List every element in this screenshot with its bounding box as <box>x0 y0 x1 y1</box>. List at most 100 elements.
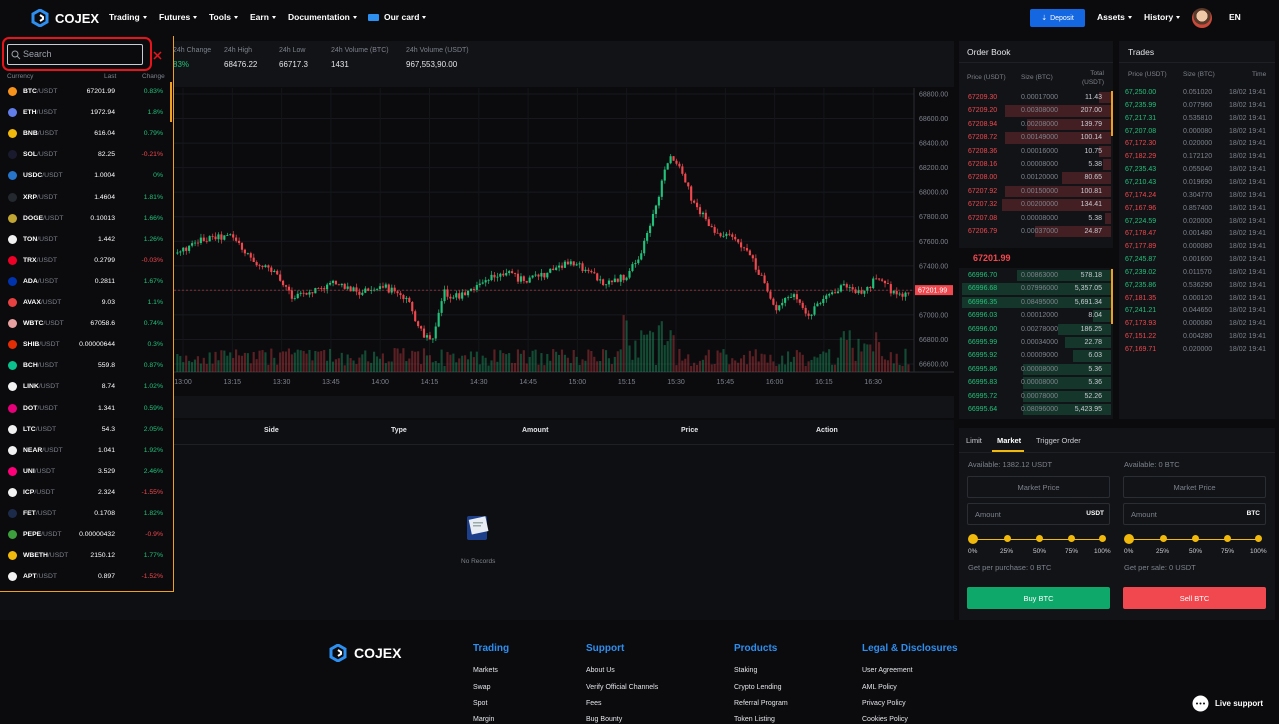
footer-link[interactable]: Crypto Lending <box>734 684 781 691</box>
close-icon[interactable] <box>153 51 162 60</box>
orderbook-row[interactable]: 67208.00 0.00120000 80.65 <box>959 171 1111 184</box>
footer-link[interactable]: Token Listing <box>734 716 775 723</box>
sell-slider-stop-25[interactable] <box>1160 535 1167 542</box>
buy-slider-stop-100[interactable] <box>1099 535 1106 542</box>
coin-row-apt[interactable]: APT/USDT 0.897 -1.52% <box>0 566 172 587</box>
sell-slider-stop-75[interactable] <box>1224 535 1231 542</box>
nav-futures[interactable]: Futures <box>159 12 198 22</box>
coin-row-btc[interactable]: BTC/USDT 67201.99 0.83% <box>0 81 172 102</box>
orderbook-row[interactable]: 67208.94 0.00208000 139.79 <box>959 118 1111 131</box>
coin-row-fet[interactable]: FET/USDT 0.1708 1.82% <box>0 503 172 524</box>
coin-row-usdc[interactable]: USDC/USDT 1.0004 0% <box>0 165 172 186</box>
footer-link[interactable]: Staking <box>734 667 757 674</box>
footer-link[interactable]: User Agreement <box>862 667 913 674</box>
orderbook-row[interactable]: 66995.72 0.00078000 52.26 <box>959 390 1111 403</box>
coin-symbol: APT/USDT <box>23 566 57 587</box>
coin-row-pepe[interactable]: PEPE/USDT 0.00000432 -0.9% <box>0 524 172 545</box>
footer-link[interactable]: Margin <box>473 716 494 723</box>
orderbook-row[interactable]: 67208.36 0.00016000 10.75 <box>959 145 1111 158</box>
sell-slider-stop-100[interactable] <box>1255 535 1262 542</box>
footer-link[interactable]: Markets <box>473 667 498 674</box>
coin-row-uni[interactable]: UNI/USDT 3.529 2.46% <box>0 461 172 482</box>
coin-row-ltc[interactable]: LTC/USDT 54.3 2.05% <box>0 419 172 440</box>
tab-limit[interactable]: Limit <box>966 436 982 445</box>
orderbook-row[interactable]: 66996.03 0.00012000 8.04 <box>959 309 1111 322</box>
orderbook-row[interactable]: 67208.16 0.00008000 5.38 <box>959 158 1111 171</box>
coin-row-eth[interactable]: ETH/USDT 1972.94 1.8% <box>0 102 172 123</box>
buy-slider-stop-25[interactable] <box>1004 535 1011 542</box>
coin-row-dot[interactable]: DOT/USDT 1.341 0.59% <box>0 398 172 419</box>
coin-row-near[interactable]: NEAR/USDT 1.041 1.92% <box>0 440 172 461</box>
buy-slider-handle[interactable] <box>968 534 978 544</box>
orderbook-scrollbar[interactable] <box>1111 91 1113 136</box>
brand-logo[interactable]: COJEX <box>31 9 99 27</box>
orderbook-row[interactable]: 67209.30 0.00017000 11.43 <box>959 91 1111 104</box>
candle-body <box>220 234 223 240</box>
nav-assets[interactable]: Assets <box>1097 12 1132 22</box>
coin-row-trx[interactable]: TRX/USDT 0.2799 -0.03% <box>0 250 172 271</box>
footer-link[interactable]: Referral Program <box>734 700 788 707</box>
nav-earn[interactable]: Earn <box>250 12 276 22</box>
orderbook-row[interactable]: 67207.92 0.00150000 100.81 <box>959 185 1111 198</box>
orderbook-row[interactable]: 66996.00 0.00278000 186.25 <box>959 323 1111 336</box>
deposit-button[interactable]: ⇣ Deposit <box>1030 9 1085 27</box>
orderbook-row[interactable]: 66996.35 0.08495000 5,691.34 <box>959 296 1111 309</box>
orderbook-row[interactable]: 67206.79 0.00037000 24.87 <box>959 225 1111 238</box>
coin-row-ada[interactable]: ADA/USDT 0.2811 1.67% <box>0 271 172 292</box>
orderbook-row[interactable]: 66996.70 0.00863000 578.18 <box>959 269 1111 282</box>
orderbook-row[interactable]: 66996.68 0.07996000 5,357.05 <box>959 282 1111 295</box>
live-support-button[interactable]: Live support <box>1192 695 1263 712</box>
orderbook-row[interactable]: 67209.20 0.00308000 207.00 <box>959 104 1111 117</box>
coin-row-sol[interactable]: SOL/USDT 82.25 -0.21% <box>0 144 172 165</box>
footer-link[interactable]: Swap <box>473 684 491 691</box>
orderbook-row[interactable]: 66995.92 0.00009000 6.03 <box>959 349 1111 362</box>
tab-trigger-order[interactable]: Trigger Order <box>1036 436 1081 445</box>
footer-logo[interactable]: COJEX <box>329 644 401 662</box>
nav-history[interactable]: History <box>1144 12 1181 22</box>
buy-amount-input[interactable]: Amount USDT <box>967 503 1110 525</box>
nav-trading[interactable]: Trading <box>109 12 147 22</box>
footer-link[interactable]: Bug Bounty <box>586 716 622 723</box>
coin-row-bch[interactable]: BCH/USDT 559.8 0.87% <box>0 355 172 376</box>
footer-link[interactable]: AML Policy <box>862 684 897 691</box>
orderbook-row[interactable]: 66995.83 0.00008000 5.36 <box>959 376 1111 389</box>
nav-tools[interactable]: Tools <box>209 12 239 22</box>
footer-link[interactable]: Fees <box>586 700 602 707</box>
sell-slider-stop-50[interactable] <box>1192 535 1199 542</box>
coin-row-avax[interactable]: AVAX/USDT 9.03 1.1% <box>0 292 172 313</box>
orderbook-row[interactable]: 67208.72 0.00149000 100.14 <box>959 131 1111 144</box>
buy-btc-button[interactable]: Buy BTC <box>967 587 1110 609</box>
coin-row-bnb[interactable]: BNB/USDT 616.04 0.79% <box>0 123 172 144</box>
coin-row-link[interactable]: LINK/USDT 8.74 1.02% <box>0 376 172 397</box>
sell-amount-input[interactable]: Amount BTC <box>1123 503 1266 525</box>
coin-row-wbtc[interactable]: WBTC/USDT 67058.6 0.74% <box>0 313 172 334</box>
nav-our-card[interactable]: Our card <box>368 12 427 22</box>
orderbook-row[interactable]: 67207.32 0.00200000 134.41 <box>959 198 1111 211</box>
orderbook-row[interactable]: 66995.64 0.08096000 5,423.95 <box>959 403 1111 416</box>
orderbook-row[interactable]: 66995.86 0.00008000 5.36 <box>959 363 1111 376</box>
coin-row-doge[interactable]: DOGE/USDT 0.10013 1.66% <box>0 208 172 229</box>
footer-link[interactable]: Cookies Policy <box>862 716 908 723</box>
sell-slider-handle[interactable] <box>1124 534 1134 544</box>
footer-link[interactable]: About Us <box>586 667 615 674</box>
language-selector[interactable]: EN <box>1229 12 1241 22</box>
coin-row-shib[interactable]: SHIB/USDT 0.00000644 0.3% <box>0 334 172 355</box>
footer-link[interactable]: Spot <box>473 700 487 707</box>
coin-row-wbeth[interactable]: WBETH/USDT 2150.12 1.77% <box>0 545 172 566</box>
footer-link[interactable]: Privacy Policy <box>862 700 906 707</box>
coin-row-icp[interactable]: ICP/USDT 2.324 -1.55% <box>0 482 172 503</box>
orderbook-row[interactable]: 67207.08 0.00008000 5.38 <box>959 212 1111 225</box>
coin-row-ton[interactable]: TON/USDT 1.442 1.26% <box>0 229 172 250</box>
avatar[interactable] <box>1192 8 1212 28</box>
orderbook-row[interactable]: 66995.99 0.00034000 22.78 <box>959 336 1111 349</box>
sell-btc-button[interactable]: Sell BTC <box>1123 587 1266 609</box>
nav-documentation[interactable]: Documentation <box>288 12 357 22</box>
buy-slider-stop-75[interactable] <box>1068 535 1075 542</box>
orderbook-scrollbar[interactable] <box>1111 269 1113 324</box>
tab-market[interactable]: Market <box>997 436 1021 445</box>
footer-link[interactable]: Verify Official Channels <box>586 684 658 691</box>
coin-row-xrp[interactable]: XRP/USDT 1.4604 1.81% <box>0 187 172 208</box>
buy-slider-stop-50[interactable] <box>1036 535 1043 542</box>
search-input[interactable]: Search <box>7 44 143 65</box>
volume-bar <box>716 350 719 372</box>
